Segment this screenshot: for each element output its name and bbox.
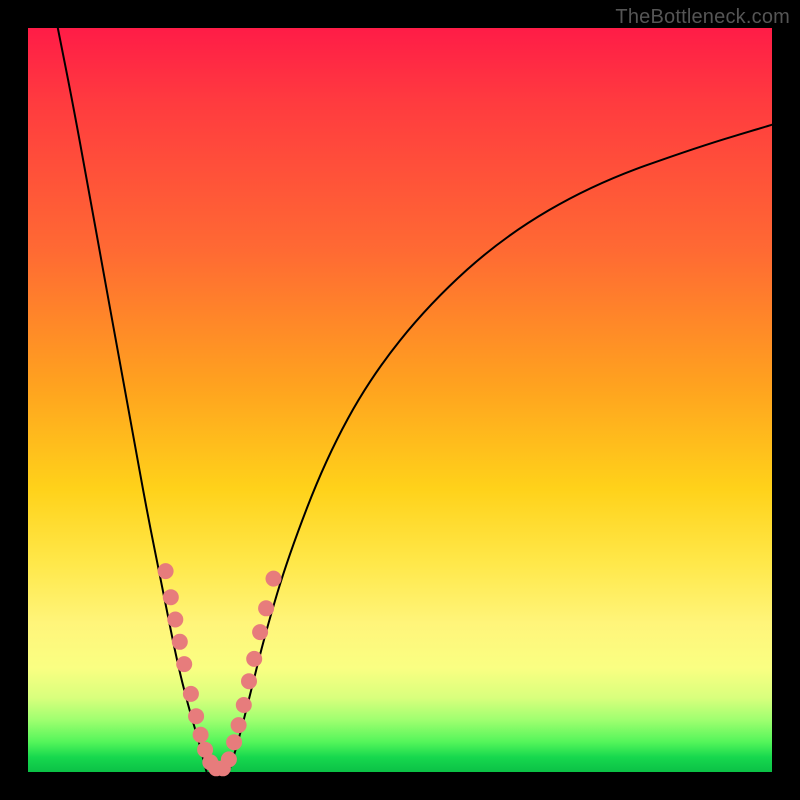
curve-right-branch	[229, 125, 772, 772]
curve-marker	[258, 600, 274, 616]
curve-marker	[158, 563, 174, 579]
curve-marker	[167, 612, 183, 628]
curve-marker	[226, 734, 242, 750]
curve-marker	[172, 634, 188, 650]
curve-marker	[176, 656, 192, 672]
curve-marker	[188, 708, 204, 724]
markers-group	[158, 563, 282, 776]
curve-marker	[252, 624, 268, 640]
plot-area	[28, 28, 772, 772]
curve-svg	[28, 28, 772, 772]
curve-marker	[236, 697, 252, 713]
curve-marker	[221, 751, 237, 767]
curve-marker	[266, 571, 282, 587]
chart-frame: TheBottleneck.com	[0, 0, 800, 800]
watermark-text: TheBottleneck.com	[615, 6, 790, 29]
curve-marker	[183, 686, 199, 702]
curve-marker	[193, 727, 209, 743]
curve-marker	[241, 673, 257, 689]
curve-marker	[163, 589, 179, 605]
curve-marker	[246, 651, 262, 667]
curve-marker	[231, 717, 247, 733]
